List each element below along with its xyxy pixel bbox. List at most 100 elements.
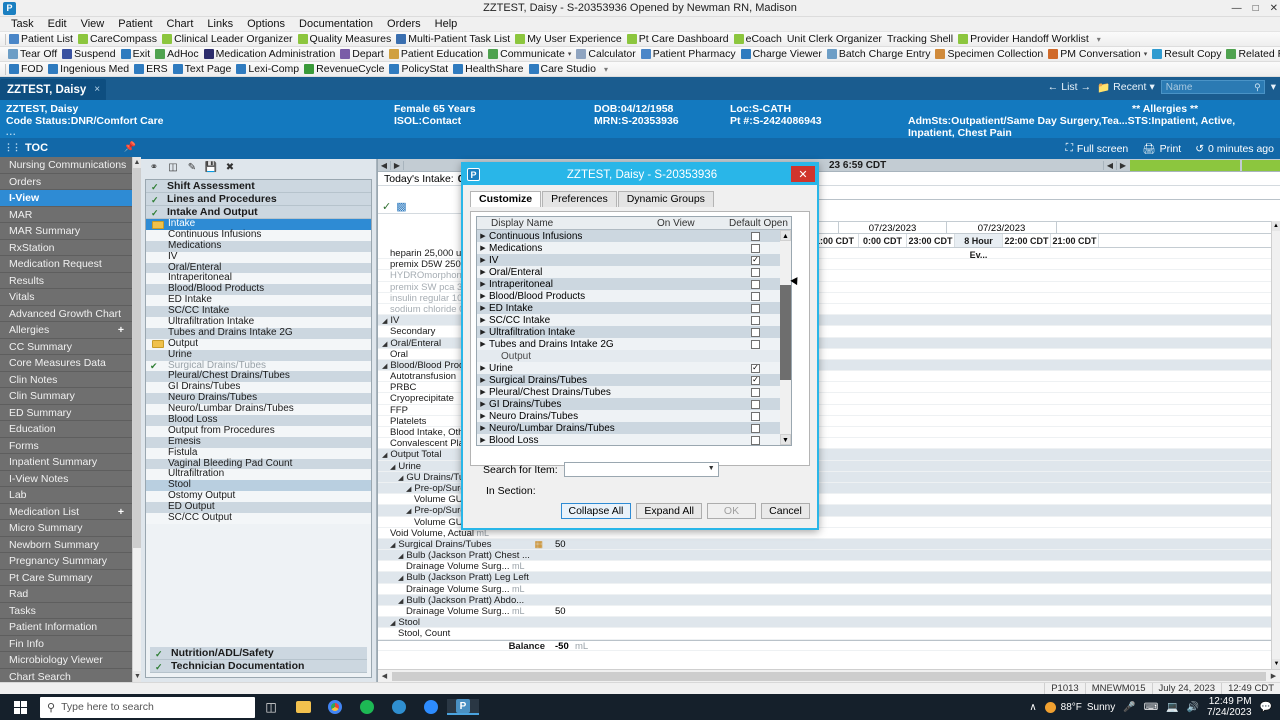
sidebar-item-ed-summary[interactable]: ED Summary: [0, 405, 132, 421]
sidebar-item-orders[interactable]: Orders: [0, 174, 132, 190]
sidebar-item-tasks[interactable]: Tasks: [0, 603, 132, 619]
tree-item-medications[interactable]: Medications: [146, 240, 371, 252]
windows-start-button[interactable]: [0, 700, 40, 714]
grid-nav-right-icon[interactable]: ▶: [391, 160, 404, 170]
toolbar-button-patient-education[interactable]: Patient Education: [388, 48, 483, 60]
expand-triangle-icon[interactable]: ▶: [477, 388, 489, 396]
keyboard-icon[interactable]: ⌨: [1144, 702, 1158, 713]
default-open-checkbox[interactable]: [751, 411, 760, 421]
grid-data-row[interactable]: [549, 628, 1271, 640]
toolbar-button-quality-measures[interactable]: Quality Measures: [297, 33, 391, 45]
dialog-list-row[interactable]: ▶ Oral/Enteral: [477, 266, 791, 278]
default-open-checkbox[interactable]: [751, 423, 760, 433]
close-button[interactable]: ✕: [1270, 3, 1278, 14]
grid-row-label[interactable]: Drainage Volume Surg... mL: [378, 561, 549, 573]
toolbar-button-lexi-comp[interactable]: Lexi-Comp: [236, 63, 299, 75]
collapse-triangle-icon[interactable]: ◢: [382, 363, 387, 370]
grid-row-label[interactable]: Stool, Count: [378, 628, 549, 640]
collapse-triangle-icon[interactable]: ◢: [398, 598, 403, 605]
collapse-triangle-icon[interactable]: ◢: [406, 486, 411, 493]
dialog-list-row[interactable]: ▶ Tubes and Drains Intake 2G: [477, 338, 791, 350]
tray-expand-caret-icon[interactable]: ∧: [1029, 702, 1036, 713]
maximize-button[interactable]: □: [1253, 3, 1259, 14]
grid-data-row[interactable]: [549, 584, 1271, 595]
grid-row-label[interactable]: Drainage Volume Surg... mL: [378, 606, 549, 618]
dialog-list-row[interactable]: ▶ Urine ✓: [477, 362, 791, 374]
sidebar-item-inpatient-summary[interactable]: Inpatient Summary: [0, 454, 132, 471]
sidebar-item-i-view[interactable]: I-View: [0, 190, 132, 207]
grid-time-column-header[interactable]: 21:00 CDT: [1051, 234, 1099, 247]
collapse-triangle-icon[interactable]: ◢: [382, 452, 387, 459]
edge-icon[interactable]: [383, 700, 415, 714]
toolbar-button-result-copy[interactable]: Result Copy: [1152, 48, 1221, 60]
tree-group-lines-and-procedures[interactable]: ✓ Lines and Procedures: [146, 193, 371, 206]
toolbar-button-tear-off[interactable]: Tear Off: [8, 48, 57, 60]
toolbar-button-related-records[interactable]: Related Records: [1226, 48, 1280, 60]
taskbar-clock[interactable]: 12:49 PM 7/24/2023: [1207, 696, 1252, 718]
grid-row-label[interactable]: ◢ Stool: [378, 617, 549, 629]
toolbar-button-fod[interactable]: FOD: [9, 63, 43, 75]
toolbar-button-carecompass[interactable]: CareCompass: [77, 33, 157, 45]
expand-triangle-icon[interactable]: ▶: [477, 424, 489, 432]
sidebar-item-rad[interactable]: Rad: [0, 586, 132, 603]
toolbar-button-provider-handoff-worklist[interactable]: Provider Handoff Worklist: [958, 33, 1089, 45]
dialog-close-button[interactable]: ✕: [791, 166, 815, 182]
toolbar-button-healthshare[interactable]: HealthShare: [453, 63, 524, 75]
grid-hscroll-thumb[interactable]: [392, 671, 1266, 681]
grid-data-row[interactable]: [549, 617, 1271, 629]
sidebar-item-microbiology-viewer[interactable]: Microbiology Viewer: [0, 652, 132, 669]
dialog-list-row[interactable]: ▶ Blood/Blood Products: [477, 290, 791, 302]
list-scroll-thumb[interactable]: [780, 285, 791, 380]
sidebar-item-medication-request[interactable]: Medication Request: [0, 256, 132, 273]
sidebar-item-pregnancy-summary[interactable]: Pregnancy Summary: [0, 553, 132, 570]
chevron-down-icon[interactable]: ▾: [568, 50, 572, 58]
expand-plus-icon[interactable]: +: [118, 322, 124, 339]
sidebar-item-micro-summary[interactable]: Micro Summary: [0, 520, 132, 537]
ok-button[interactable]: OK: [707, 503, 756, 519]
save-icon[interactable]: 💾: [205, 162, 217, 173]
expand-triangle-icon[interactable]: ▶: [477, 364, 489, 372]
grid-hscroll-right-icon[interactable]: ▶: [1267, 672, 1280, 680]
time-range-bar-secondary[interactable]: [1242, 160, 1280, 171]
zoom-icon[interactable]: [415, 700, 447, 714]
sidebar-item-clin-summary[interactable]: Clin Summary: [0, 388, 132, 405]
time-scroll-right-icon[interactable]: ▶: [1116, 161, 1129, 170]
expand-triangle-icon[interactable]: ▶: [477, 340, 489, 348]
grid-time-column-header[interactable]: 22:00 CDT: [1003, 234, 1051, 247]
sidebar-item-allergies[interactable]: Allergies +: [0, 322, 132, 339]
time-range-bar-primary[interactable]: [1130, 160, 1240, 171]
sidebar-item-forms[interactable]: Forms: [0, 438, 132, 454]
expand-triangle-icon[interactable]: ▶: [477, 304, 489, 312]
collapse-triangle-icon[interactable]: ◢: [398, 575, 403, 582]
column-header-default-open[interactable]: Default Open: [729, 217, 791, 229]
taskbar-search-box[interactable]: ⚲ Type here to search: [40, 696, 255, 718]
menu-item-options[interactable]: Options: [240, 18, 292, 30]
collapse-triangle-icon[interactable]: ◢: [390, 542, 395, 549]
expand-triangle-icon[interactable]: ▶: [477, 268, 489, 276]
toolbar-button-depart[interactable]: Depart: [340, 48, 384, 60]
default-open-checkbox[interactable]: [751, 231, 760, 241]
banner-expand-icon[interactable]: ...: [6, 127, 17, 137]
expand-triangle-icon[interactable]: ▶: [477, 316, 489, 324]
default-open-checkbox[interactable]: ✓: [751, 363, 760, 373]
menu-item-task[interactable]: Task: [4, 18, 41, 30]
default-open-checkbox[interactable]: ✓: [751, 255, 760, 265]
customize-icon[interactable]: ⚭: [148, 162, 160, 173]
refresh-button[interactable]: ↺ 0 minutes ago: [1195, 143, 1274, 155]
list-scroll-up-icon[interactable]: ▲: [780, 230, 791, 241]
menu-item-documentation[interactable]: Documentation: [292, 18, 380, 30]
toolbar-button-batch-charge-entry[interactable]: Batch Charge Entry: [826, 48, 930, 60]
toolbar-button-patient-list[interactable]: Patient List: [9, 33, 73, 45]
toolbar-button-medication-administration[interactable]: Medication Administration: [203, 48, 335, 60]
default-open-checkbox[interactable]: [751, 387, 760, 397]
expand-all-button[interactable]: Expand All: [636, 503, 702, 519]
grid-hscroll-left-icon[interactable]: ◀: [378, 672, 391, 680]
column-header-on-view[interactable]: On View: [657, 217, 729, 229]
close-icon[interactable]: ✖: [224, 162, 236, 173]
dialog-list-row[interactable]: ▶ Continuous Infusions: [477, 230, 791, 242]
toolbar-button-multi-patient-task-list[interactable]: Multi-Patient Task List: [396, 33, 510, 45]
sidebar-item-fin-info[interactable]: Fin Info: [0, 636, 132, 652]
grid-cell-value[interactable]: 50: [555, 606, 566, 617]
collapse-all-button[interactable]: Collapse All: [560, 503, 632, 519]
sidebar-item-core-measures-data[interactable]: Core Measures Data: [0, 355, 132, 372]
